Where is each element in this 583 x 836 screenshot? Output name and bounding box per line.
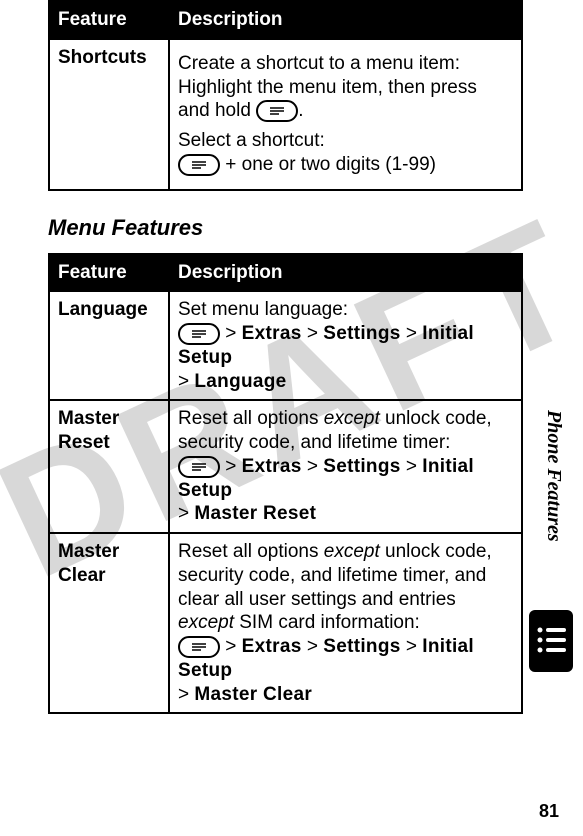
feature-desc-master-reset: Reset all options except unlock code, se… — [169, 400, 522, 533]
mclear-lead-em2: except — [178, 612, 234, 633]
menu-path-extras: Extras — [242, 456, 302, 477]
menu-path-master-reset: Master Reset — [194, 503, 316, 524]
menu-path-language: Language — [194, 371, 286, 392]
path-sep: > — [225, 636, 236, 657]
menu-key-icon — [256, 100, 298, 122]
table-row: Master Reset Reset all options except un… — [49, 400, 522, 533]
feature-desc-shortcuts: Create a shortcut to a menu item: Highli… — [169, 39, 522, 190]
mclear-lead-pre: Reset all options — [178, 541, 324, 562]
path-sep: > — [406, 636, 417, 657]
table1-header-feature: Feature — [49, 1, 169, 39]
section-heading-menu-features: Menu Features — [48, 215, 523, 241]
shortcuts-table: Feature Description Shortcuts Create a s… — [48, 0, 523, 191]
feature-name-master-clear: Master Clear — [49, 533, 169, 713]
shortcuts-create-period: . — [298, 100, 303, 121]
page-content: Feature Description Shortcuts Create a s… — [0, 0, 583, 836]
table-row: Master Clear Reset all options except un… — [49, 533, 522, 713]
mclear-lead-em1: except — [324, 541, 380, 562]
path-sep: > — [178, 684, 189, 705]
feature-desc-master-clear: Reset all options except unlock code, se… — [169, 533, 522, 713]
path-sep: > — [406, 456, 417, 477]
menu-path-master-clear: Master Clear — [194, 684, 312, 705]
menu-key-icon — [178, 456, 220, 478]
path-sep: > — [307, 636, 318, 657]
language-lead: Set menu language: — [178, 299, 348, 320]
menu-key-icon — [178, 636, 220, 658]
shortcuts-select-suffix: + one or two digits (1-99) — [220, 154, 436, 175]
feature-desc-language: Set menu language: > Extras > Settings >… — [169, 291, 522, 400]
table2-header-feature: Feature — [49, 254, 169, 292]
path-sep: > — [225, 456, 236, 477]
path-sep: > — [307, 323, 318, 344]
table1-header-description: Description — [169, 1, 522, 39]
mreset-lead-pre: Reset all options — [178, 408, 324, 429]
menu-key-icon — [178, 323, 220, 345]
menu-path-extras: Extras — [242, 636, 302, 657]
path-sep: > — [225, 323, 236, 344]
feature-name-language: Language — [49, 291, 169, 400]
path-sep: > — [178, 371, 189, 392]
menu-key-icon — [178, 154, 220, 176]
menu-path-settings: Settings — [323, 636, 400, 657]
menu-features-table: Feature Description Language Set menu la… — [48, 253, 523, 715]
feature-name-master-reset: Master Reset — [49, 400, 169, 533]
table2-header-description: Description — [169, 254, 522, 292]
shortcuts-select-label: Select a shortcut: — [178, 130, 325, 151]
path-sep: > — [406, 323, 417, 344]
mreset-lead-em: except — [324, 408, 380, 429]
table-row: Shortcuts Create a shortcut to a menu it… — [49, 39, 522, 190]
mclear-lead-post: SIM card information: — [234, 612, 420, 633]
table-row: Language Set menu language: > Extras > S… — [49, 291, 522, 400]
menu-path-settings: Settings — [323, 456, 400, 477]
path-sep: > — [307, 456, 318, 477]
feature-name-shortcuts: Shortcuts — [49, 39, 169, 190]
menu-path-extras: Extras — [242, 323, 302, 344]
path-sep: > — [178, 503, 189, 524]
shortcuts-create-text: Create a shortcut to a menu item: Highli… — [178, 53, 477, 122]
menu-path-settings: Settings — [323, 323, 400, 344]
